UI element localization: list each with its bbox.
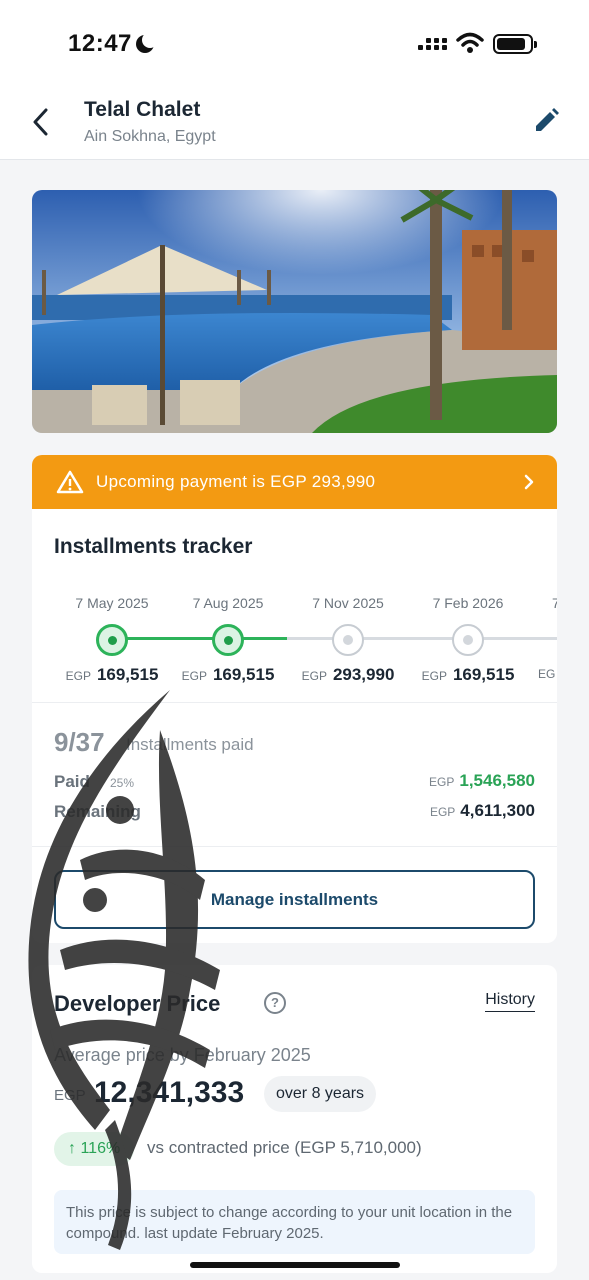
timeline-date: 7 [552,595,557,611]
upcoming-payment-alert[interactable]: Upcoming payment is EGP 293,990 [32,455,557,509]
growth-badge: ↑ 116% [54,1132,135,1166]
timeline-amount: EGP 169,515 [65,665,159,684]
help-icon[interactable]: ? [264,992,286,1014]
back-button[interactable] [24,104,56,140]
contracted-price-comparison: vs contracted price (EGP 5,710,000) [147,1138,422,1157]
page-title: Telal Chalet [84,98,201,121]
status-bar: 12:47 [0,0,589,84]
divider [32,846,557,847]
page-subtitle: Ain Sokhna, Egypt [84,128,216,145]
installments-card: Upcoming payment is EGP 293,990 Installm… [32,455,557,943]
moon-icon [136,32,158,53]
average-price-value: 12,341,333 [94,1076,245,1109]
signal-icon [418,35,448,53]
timeline-date: 7 May 2025 [75,595,149,611]
paid-percent: 25% [110,776,135,790]
average-price-currency: EGP [54,1087,86,1104]
edit-button[interactable] [531,106,561,136]
pencil-icon [536,108,559,131]
alert-text: Upcoming payment is EGP 293,990 [96,472,376,491]
price-disclaimer: This price is subject to change accordin… [54,1190,535,1254]
chevron-right-icon [524,474,534,490]
manage-installments-button[interactable]: Manage installments [54,870,535,929]
remaining-amount: EGP 4,611,300 [429,801,535,820]
pending-dot-icon [332,624,364,656]
timeline-amount: EGP 169,515 [181,665,275,684]
installments-timeline[interactable]: 7 May 2025 EGP 169,515 7 Aug 2025 EGP 169,… [32,587,557,687]
divider [32,702,557,703]
installments-paid-count: 9/37 [54,727,105,757]
average-price-label: Average price by February 2025 [54,1045,311,1065]
property-photo [32,190,557,433]
paid-check-icon [212,624,244,656]
timeline-progress-line [112,637,287,640]
years-chip: over 8 years [264,1076,377,1112]
timeline-amount: EG [538,667,556,681]
developer-price-title: Developer Price [54,991,221,1016]
timeline-amount: EGP 169,515 [421,665,515,684]
app-header: Telal Chalet Ain Sokhna, Egypt [0,84,589,160]
wifi-icon [456,32,484,53]
paid-check-icon [96,624,128,656]
developer-price-card: Developer Price ? History Average price … [32,965,557,1273]
history-link[interactable]: History [485,991,535,1012]
warning-icon [56,470,84,494]
installments-paid-label: Installments paid [126,735,254,754]
battery-icon [493,34,537,54]
arrow-up-icon: ↑ [68,1140,81,1157]
chevron-left-icon [33,108,48,136]
timeline-date: 7 Nov 2025 [312,595,384,611]
pending-dot-icon [452,624,484,656]
timeline-amount: EGP 293,990 [301,665,395,684]
remaining-label: Remaining [54,802,141,821]
paid-label: Paid [54,772,90,791]
timeline-remaining-line [287,637,557,640]
home-indicator[interactable] [190,1262,400,1268]
paid-amount: EGP 1,546,580 [429,771,535,790]
status-time: 12:47 [68,30,132,57]
timeline-date: 7 Feb 2026 [432,595,504,611]
timeline-date: 7 Aug 2025 [192,595,264,611]
tracker-title: Installments tracker [54,535,253,558]
